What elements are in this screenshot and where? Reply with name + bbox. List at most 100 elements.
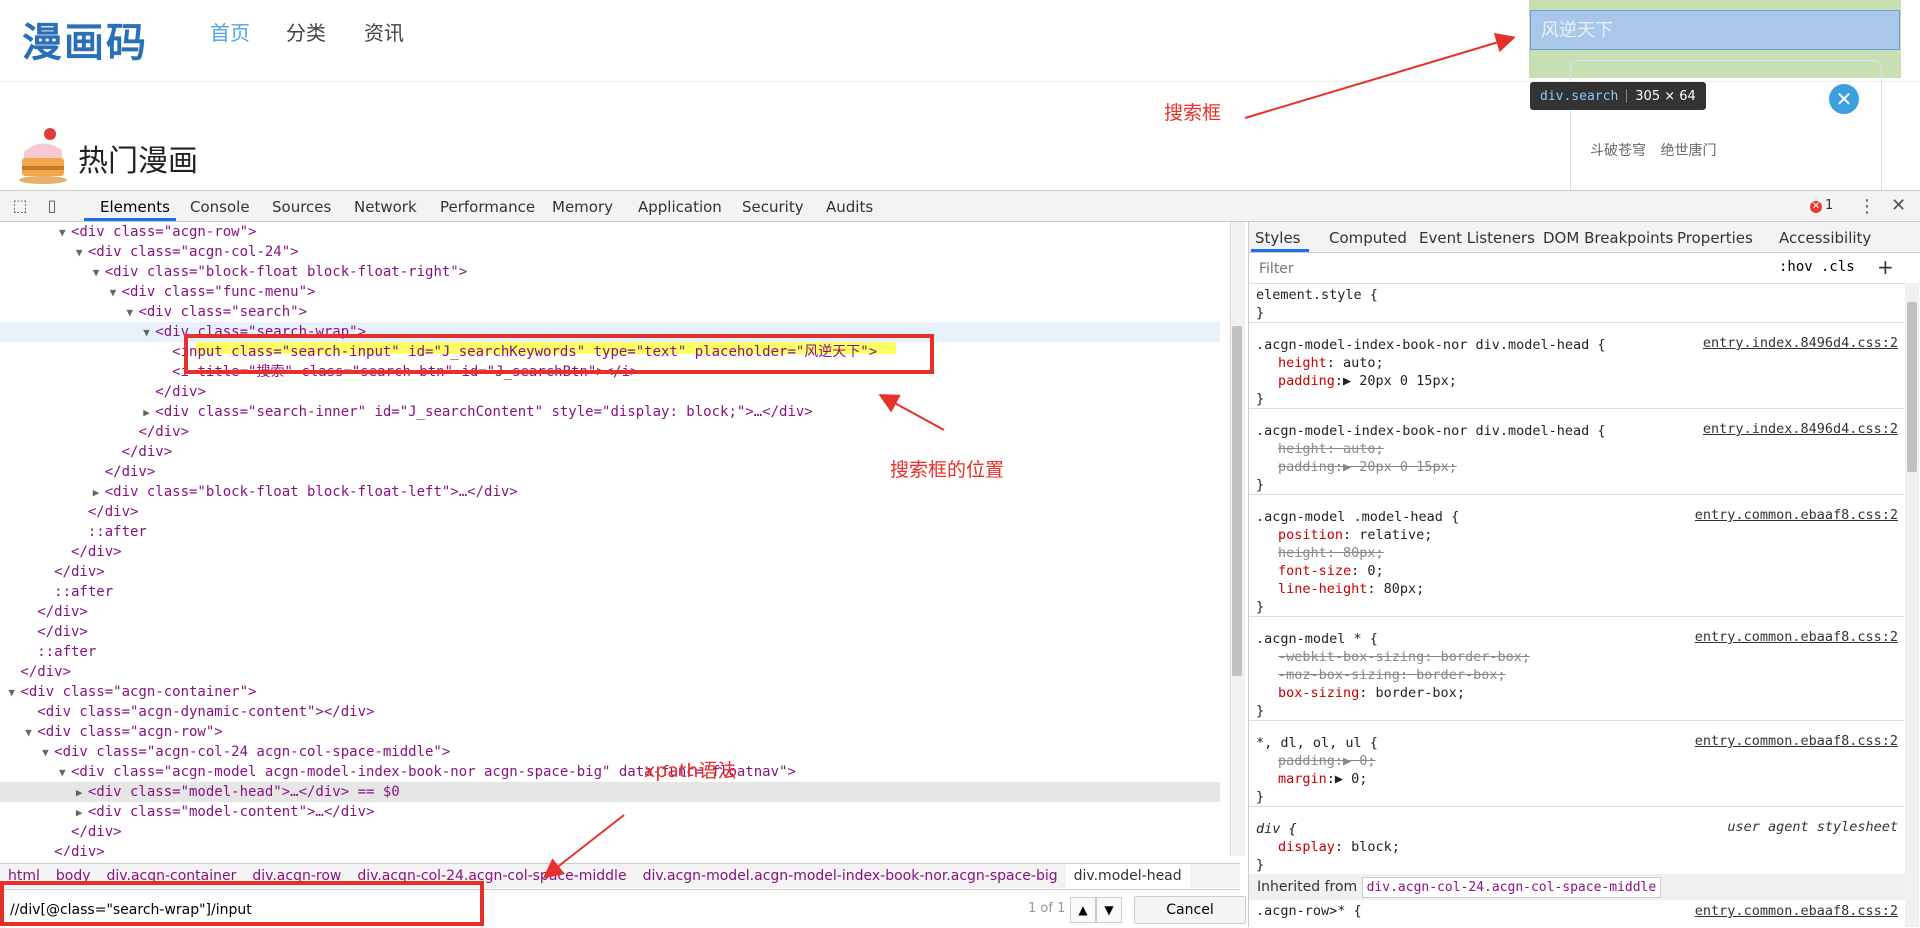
- nav-home[interactable]: 首页: [210, 17, 250, 46]
- dom-node-row[interactable]: ▼ <div class="search">: [0, 302, 1220, 322]
- collapse-arrow-icon[interactable]: ▼: [93, 263, 105, 283]
- breadcrumb-item[interactable]: body: [48, 864, 99, 888]
- css-declaration[interactable]: height: auto;: [1249, 440, 1904, 458]
- css-declaration[interactable]: height: auto;: [1249, 354, 1904, 372]
- styles-tab-properties[interactable]: Properties: [1677, 229, 1753, 247]
- css-declaration[interactable]: box-sizing: border-box;: [1249, 684, 1904, 702]
- collapse-arrow-icon[interactable]: ▼: [76, 243, 88, 263]
- dom-node-row[interactable]: ▼ <div class="acgn-container">: [0, 682, 1220, 702]
- expand-arrow-icon[interactable]: ▶: [143, 403, 155, 423]
- dom-node-row[interactable]: </div>: [0, 562, 1220, 582]
- collapse-arrow-icon[interactable]: ▼: [25, 723, 37, 743]
- hov-toggle[interactable]: :hov: [1779, 259, 1813, 275]
- dom-node-row[interactable]: <div class="acgn-dynamic-content"></div>: [0, 702, 1220, 722]
- collapse-arrow-icon[interactable]: ▼: [59, 763, 71, 783]
- rule-source-link[interactable]: entry.common.ebaaf8.css:2: [1695, 902, 1898, 920]
- dom-node-row[interactable]: </div>: [0, 602, 1220, 622]
- breadcrumb-item[interactable]: div.acgn-col-24.acgn-col-space-middle: [349, 864, 634, 888]
- dom-node-row[interactable]: ▼ <div class="acgn-row">: [0, 222, 1220, 242]
- dom-node-row[interactable]: ▼ <div class="block-float block-float-rig…: [0, 262, 1220, 282]
- dom-node-row[interactable]: ▼ <div class="search-wrap">: [0, 322, 1220, 342]
- devtools-tab-elements[interactable]: Elements: [100, 198, 170, 216]
- close-devtools-icon[interactable]: ✕: [1891, 195, 1906, 216]
- devtools-tab-audits[interactable]: Audits: [826, 198, 873, 216]
- elements-scrollbar-thumb[interactable]: [1232, 326, 1242, 676]
- breadcrumb-item[interactable]: div.acgn-container: [99, 864, 245, 888]
- css-declaration[interactable]: -moz-box-sizing: border-box;: [1249, 666, 1904, 684]
- css-declaration[interactable]: margin:▶ 0;: [1249, 770, 1904, 788]
- styles-filter-input[interactable]: [1257, 258, 1761, 280]
- devtools-tab-sources[interactable]: Sources: [272, 198, 331, 216]
- dom-node-row[interactable]: ▼ <div class="acgn-col-24 acgn-col-space-…: [0, 742, 1220, 762]
- breadcrumb-item[interactable]: div.model-head: [1065, 864, 1190, 888]
- dom-node-row[interactable]: </div>: [0, 662, 1220, 682]
- dom-node-row[interactable]: </div>: [0, 442, 1220, 462]
- css-declaration[interactable]: padding:▶ 20px 0 15px;: [1249, 458, 1904, 476]
- collapse-arrow-icon[interactable]: ▼: [143, 323, 155, 343]
- css-declaration[interactable]: display: block;: [1249, 838, 1904, 856]
- styles-scrollbar-thumb[interactable]: [1907, 302, 1917, 472]
- devtools-tab-application[interactable]: Application: [638, 198, 722, 216]
- site-logo[interactable]: 漫画码: [22, 10, 148, 68]
- devtools-tab-memory[interactable]: Memory: [552, 198, 613, 216]
- collapse-arrow-icon[interactable]: ▼: [126, 303, 138, 323]
- find-next-button[interactable]: ▼: [1096, 897, 1122, 923]
- css-declaration[interactable]: -webkit-box-sizing: border-box;: [1249, 648, 1904, 666]
- nav-news[interactable]: 资讯: [364, 17, 404, 46]
- inherited-selector[interactable]: div.acgn-col-24.acgn-col-space-middle: [1361, 877, 1662, 898]
- css-declaration[interactable]: padding:▶ 20px 0 15px;: [1249, 372, 1904, 390]
- devtools-tab-network[interactable]: Network: [354, 198, 417, 216]
- find-cancel-button[interactable]: Cancel: [1134, 896, 1246, 924]
- dom-node-row[interactable]: ▼ <div class="acgn-row">: [0, 722, 1220, 742]
- css-declaration[interactable]: font-size: 0;: [1249, 562, 1904, 580]
- dom-node-row[interactable]: ▼ <div class="func-menu">: [0, 282, 1220, 302]
- collapse-arrow-icon[interactable]: ▼: [59, 223, 71, 243]
- devtools-tab-performance[interactable]: Performance: [440, 198, 535, 216]
- cls-toggle[interactable]: .cls: [1821, 259, 1855, 275]
- rule-source-link[interactable]: entry.index.8496d4.css:2: [1703, 334, 1898, 352]
- dom-node-row[interactable]: <i title="搜索" class="search-btn" id="J_s…: [0, 362, 1220, 382]
- more-options-icon[interactable]: ⋮: [1858, 196, 1876, 217]
- dom-node-row[interactable]: ▶ <div class="block-float block-float-lef…: [0, 482, 1220, 502]
- rule-source-link[interactable]: entry.common.ebaaf8.css:2: [1695, 732, 1898, 750]
- css-declaration[interactable]: position: relative;: [1249, 526, 1904, 544]
- styles-tab-dom-breakpoints[interactable]: DOM Breakpoints: [1543, 229, 1673, 247]
- expand-arrow-icon[interactable]: ▶: [93, 483, 105, 503]
- collapse-arrow-icon[interactable]: ▼: [8, 683, 20, 703]
- xpath-search-input[interactable]: [8, 897, 712, 923]
- dom-node-row[interactable]: ::after: [0, 582, 1220, 602]
- rule-source-link[interactable]: entry.common.ebaaf8.css:2: [1695, 628, 1898, 646]
- breadcrumb-item[interactable]: html: [0, 864, 48, 888]
- dom-node-row[interactable]: ▼ <div class="acgn-model acgn-model-index…: [0, 762, 1220, 782]
- collapse-arrow-icon[interactable]: ▼: [110, 283, 122, 303]
- close-icon[interactable]: ✕: [1829, 84, 1859, 114]
- dom-node-row[interactable]: ▼ <div class="acgn-col-24">: [0, 242, 1220, 262]
- dom-node-row[interactable]: ::after: [0, 522, 1220, 542]
- inspect-element-icon[interactable]: ⬚: [10, 196, 30, 216]
- dom-node-row[interactable]: </div>: [0, 842, 1220, 856]
- dom-node-row[interactable]: </div>: [0, 822, 1220, 842]
- dom-node-row[interactable]: </div>: [0, 542, 1220, 562]
- css-declaration[interactable]: height: 80px;: [1249, 544, 1904, 562]
- find-previous-button[interactable]: ▲: [1070, 897, 1096, 923]
- dom-node-row[interactable]: ▶ <div class="search-inner" id="J_searchC…: [0, 402, 1220, 422]
- nav-category[interactable]: 分类: [286, 17, 326, 46]
- breadcrumb-item[interactable]: div.acgn-row: [244, 864, 349, 888]
- css-declaration[interactable]: padding:▶ 0;: [1249, 752, 1904, 770]
- css-declaration[interactable]: line-height: 80px;: [1249, 580, 1904, 598]
- styles-tab-computed[interactable]: Computed: [1329, 229, 1407, 247]
- dom-node-row[interactable]: </div>: [0, 462, 1220, 482]
- styles-tab-styles[interactable]: Styles: [1255, 229, 1301, 247]
- error-badge[interactable]: ✕ 1: [1810, 198, 1833, 213]
- styles-tab-event-listeners[interactable]: Event Listeners: [1419, 229, 1535, 247]
- expand-arrow-icon[interactable]: ▶: [76, 783, 88, 803]
- dom-node-row[interactable]: </div>: [0, 382, 1220, 402]
- rule-source-link[interactable]: entry.common.ebaaf8.css:2: [1695, 506, 1898, 524]
- rule-source-link[interactable]: entry.index.8496d4.css:2: [1703, 420, 1898, 438]
- dom-node-row[interactable]: </div>: [0, 502, 1220, 522]
- styles-tab-accessibility[interactable]: Accessibility: [1779, 229, 1871, 247]
- breadcrumb-item[interactable]: div.acgn-model.acgn-model-index-book-nor…: [635, 864, 1066, 888]
- dom-node-row[interactable]: </div>: [0, 622, 1220, 642]
- dom-node-row[interactable]: ::after: [0, 642, 1220, 662]
- dom-node-row[interactable]: ▶ <div class="model-content">…</div>: [0, 802, 1220, 822]
